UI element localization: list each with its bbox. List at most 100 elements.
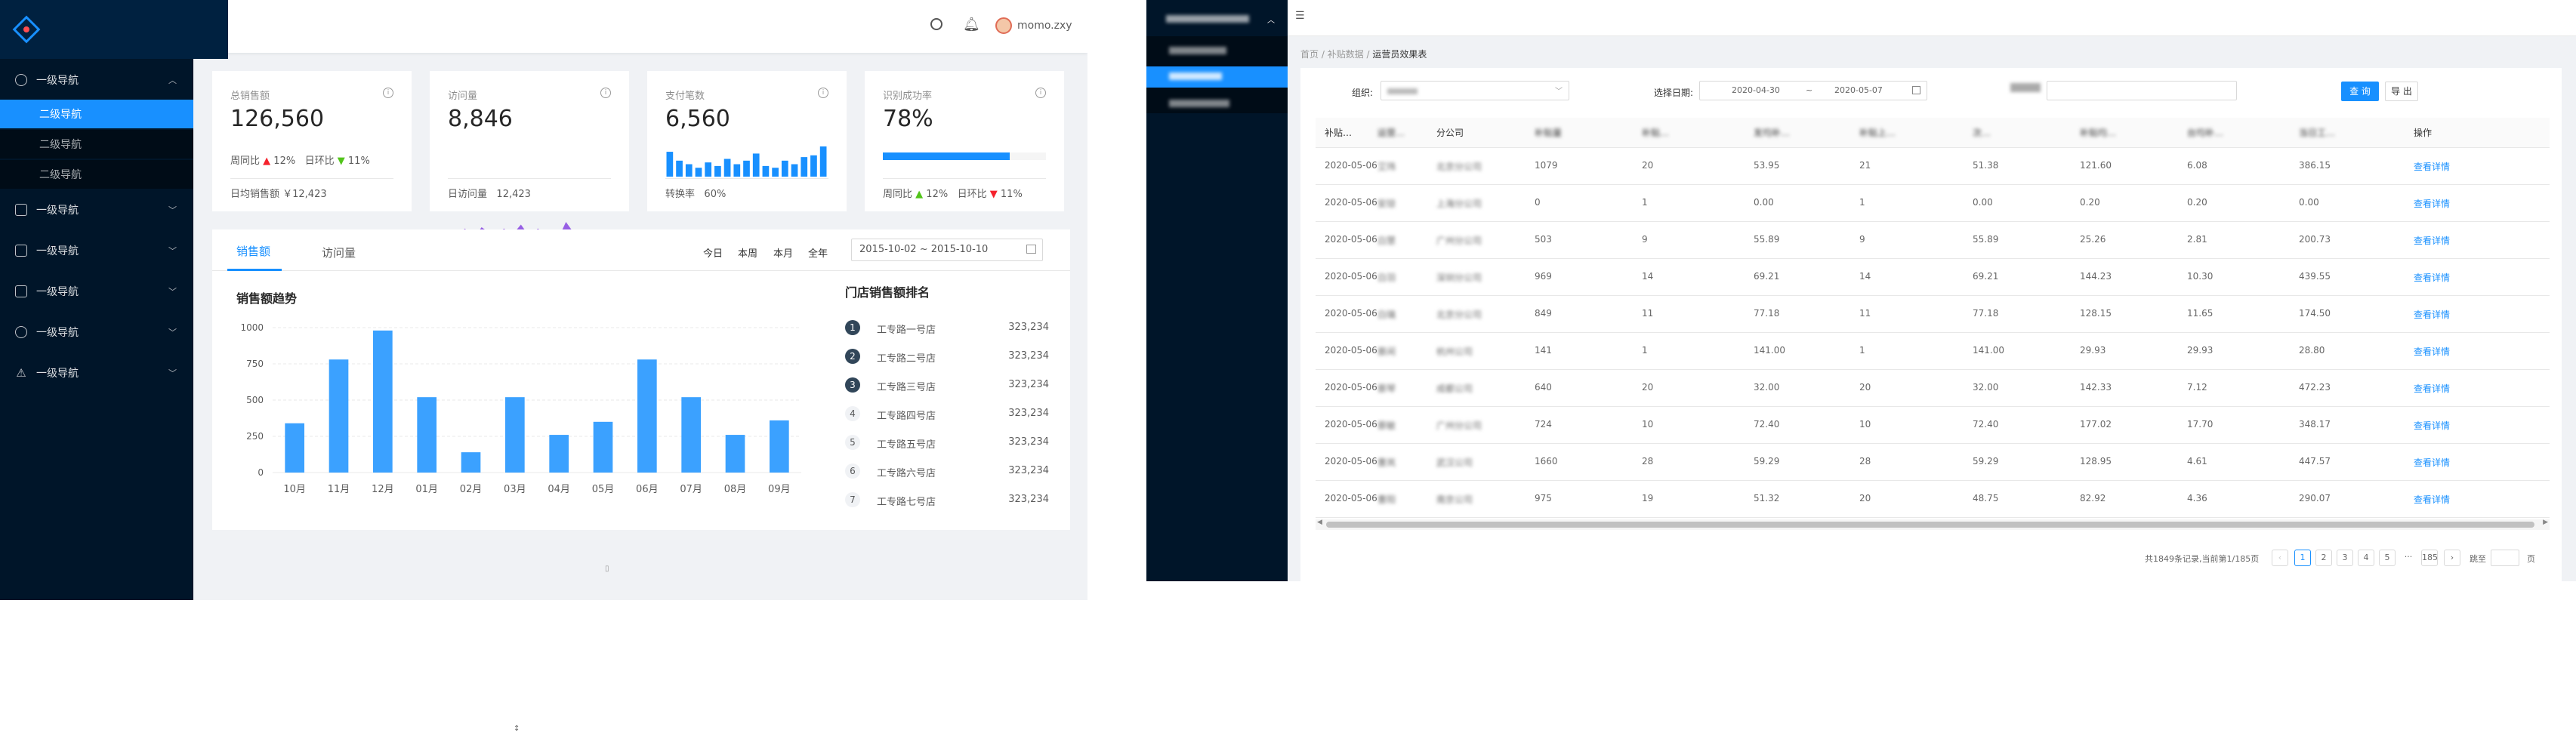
view-details-link[interactable]: 查看详情 — [2414, 234, 2450, 247]
horizontal-scrollbar[interactable]: ◀ ▶ — [1316, 519, 2550, 530]
link-year[interactable]: 全年 — [808, 245, 828, 260]
subnav-item-blurred[interactable] — [1169, 100, 1229, 107]
sales-bar[interactable] — [681, 397, 701, 473]
nav-item-blurred[interactable] — [1166, 15, 1249, 23]
subnav-item-3[interactable]: 二级导航 — [0, 160, 193, 189]
tab-sales[interactable]: 销售额 — [236, 243, 270, 259]
nav-item-3[interactable]: 一级导航 ﹀ — [0, 236, 193, 266]
column-header[interactable]: 次… — [1973, 118, 1991, 148]
sales-bar[interactable] — [329, 359, 349, 473]
sidebar: 一级导航 ︿ 二级导航 二级导航 二级导航 一级导航 ﹀ 一级导航 ﹀ 一级导航… — [0, 0, 193, 600]
view-details-link[interactable]: 查看详情 — [2414, 493, 2450, 506]
scrollbar-thumb[interactable] — [1326, 522, 2534, 528]
info-icon[interactable]: i — [1035, 88, 1046, 98]
breadcrumb-home[interactable]: 首页 — [1300, 49, 1319, 60]
column-header[interactable]: 台均补… — [2187, 118, 2223, 148]
sales-bar[interactable] — [285, 423, 304, 473]
next-page-button[interactable]: › — [2444, 550, 2460, 566]
tab-visits[interactable]: 访问量 — [322, 245, 356, 260]
column-header[interactable]: 发均补… — [1754, 118, 1790, 148]
view-details-link[interactable]: 查看详情 — [2414, 197, 2450, 210]
table-cell: 深圳分公司 — [1436, 273, 1482, 283]
page-button[interactable]: ··· — [2400, 550, 2417, 566]
page-button[interactable]: 4 — [2358, 550, 2374, 566]
table-row[interactable]: 2020-05-06 白慧 广州分公司 503 9 55.89 9 55.89 25.26 2.8… — [1316, 222, 2550, 259]
column-header[interactable]: 补贴上… — [1859, 118, 1896, 148]
subnav-item-2[interactable]: 二级导航 — [0, 130, 193, 159]
nav-item-5[interactable]: 一级导航 ﹀ — [0, 317, 193, 347]
subnav-item-blurred[interactable] — [1169, 47, 1226, 54]
date-range-picker[interactable]: 2020-04-30 ~ 2020-05-07 — [1699, 81, 1927, 100]
table-row[interactable]: 2020-05-06 蔡闲 杭州公司 141 1 141.00 1 141.00 29.93 29… — [1316, 333, 2550, 370]
subnav-item-1[interactable]: 二级导航 — [0, 100, 193, 128]
table-row[interactable]: 2020-05-06 蔡敏 广州分公司 724 10 72.40 10 72.40 177.02… — [1316, 407, 2550, 444]
sales-bar[interactable] — [461, 452, 481, 473]
sales-bar[interactable] — [505, 397, 525, 473]
column-header[interactable]: 补贴均… — [2080, 118, 2116, 148]
info-icon[interactable]: i — [600, 88, 611, 98]
link-today[interactable]: 今日 — [703, 245, 723, 260]
goto-page-input[interactable] — [2491, 550, 2519, 566]
table-cell: 142.33 — [2080, 382, 2112, 393]
view-details-link[interactable]: 查看详情 — [2414, 456, 2450, 469]
chevron-down-icon: ﹀ — [168, 328, 177, 337]
view-details-link[interactable]: 查看详情 — [2414, 160, 2450, 173]
page-button[interactable]: 5 — [2379, 550, 2396, 566]
sales-bar[interactable] — [549, 435, 569, 473]
page-button[interactable]: 2 — [2315, 550, 2332, 566]
logo[interactable] — [0, 0, 228, 59]
column-header[interactable]: 运营… — [1377, 118, 1405, 148]
query-button[interactable]: 查 询 — [2341, 82, 2379, 101]
avatar[interactable] — [995, 17, 1012, 34]
search-icon[interactable] — [930, 18, 942, 30]
export-button[interactable]: 导 出 — [2385, 82, 2418, 101]
view-details-link[interactable]: 查看详情 — [2414, 419, 2450, 432]
table-row[interactable]: 2020-05-06 曹岚 武汉公司 1660 28 59.29 28 59.29 128.95… — [1316, 444, 2550, 481]
table-row[interactable]: 2020-05-06 安琼 上海分公司 0 1 0.00 1 0.00 0.20 0.20 0.00… — [1316, 185, 2550, 222]
column-header[interactable]: 当日工… — [2299, 118, 2335, 148]
view-details-link[interactable]: 查看详情 — [2414, 271, 2450, 284]
org-select[interactable]: ﹀ — [1381, 81, 1569, 100]
sales-bar[interactable] — [725, 435, 745, 473]
table-row[interactable]: 2020-05-06 蔡琴 成都公司 640 20 32.00 20 32.00 142.33 7… — [1316, 370, 2550, 407]
column-header[interactable]: 补贴… — [1642, 118, 1669, 148]
info-icon[interactable]: i — [818, 88, 828, 98]
sales-bar[interactable] — [770, 420, 789, 473]
view-details-link[interactable]: 查看详情 — [2414, 345, 2450, 358]
table-row[interactable]: 2020-05-06 艾玮 北京分公司 1079 20 53.95 21 51.38 121.6… — [1316, 148, 2550, 185]
column-header[interactable]: 补贴… — [1325, 118, 1352, 148]
column-header[interactable]: 补贴量 — [1535, 118, 1562, 148]
page-button[interactable]: 3 — [2337, 550, 2353, 566]
table-row[interactable]: 2020-05-06 曹阳 南京公司 975 19 51.32 20 48.75 82.92 4.… — [1316, 481, 2550, 518]
bell-icon[interactable]: 🔔︎ — [963, 17, 980, 32]
column-header[interactable]: 操作 — [2414, 118, 2432, 148]
keyword-input[interactable] — [2047, 81, 2237, 100]
info-icon[interactable]: i — [383, 88, 393, 98]
table-cell: 82.92 — [2080, 493, 2106, 503]
breadcrumb-subsidy[interactable]: 补贴数据 — [1328, 49, 1364, 60]
nav-item-1[interactable]: 一级导航 ︿ — [0, 65, 193, 95]
link-week[interactable]: 本周 — [738, 245, 757, 260]
sales-bar[interactable] — [637, 359, 657, 473]
nav-item-6[interactable]: ⚠ 一级导航 ﹀ — [0, 358, 193, 388]
nav-item-4[interactable]: 一级导航 ﹀ — [0, 276, 193, 306]
page-button[interactable]: 1 — [2294, 550, 2311, 566]
table-row[interactable]: 2020-05-06 白璃 北京分公司 849 11 77.18 11 77.18 128.15… — [1316, 296, 2550, 333]
column-header[interactable]: 分公司 — [1436, 118, 1464, 148]
x-tick-label: 02月 — [460, 484, 483, 495]
date-range-picker[interactable]: 2015-10-02 ~ 2015-10-10 — [851, 239, 1043, 261]
view-details-link[interactable]: 查看详情 — [2414, 308, 2450, 321]
rank-badge: 7 — [845, 492, 860, 507]
menu-fold-icon[interactable]: ☰ — [1295, 10, 1305, 22]
sales-bar[interactable] — [373, 330, 393, 473]
prev-page-button[interactable]: ‹ — [2272, 550, 2288, 566]
top-header: ☰ — [1288, 0, 2576, 36]
username[interactable]: momo.zxy — [1017, 20, 1072, 32]
table-row[interactable]: 2020-05-06 白羽 深圳分公司 969 14 69.21 14 69.21 144.23… — [1316, 259, 2550, 296]
view-details-link[interactable]: 查看详情 — [2414, 382, 2450, 395]
sales-bar[interactable] — [417, 397, 437, 473]
sales-bar[interactable] — [593, 421, 613, 473]
page-button[interactable]: 185 — [2421, 550, 2438, 566]
link-month[interactable]: 本月 — [773, 245, 793, 260]
nav-item-2[interactable]: 一级导航 ﹀ — [0, 195, 193, 225]
